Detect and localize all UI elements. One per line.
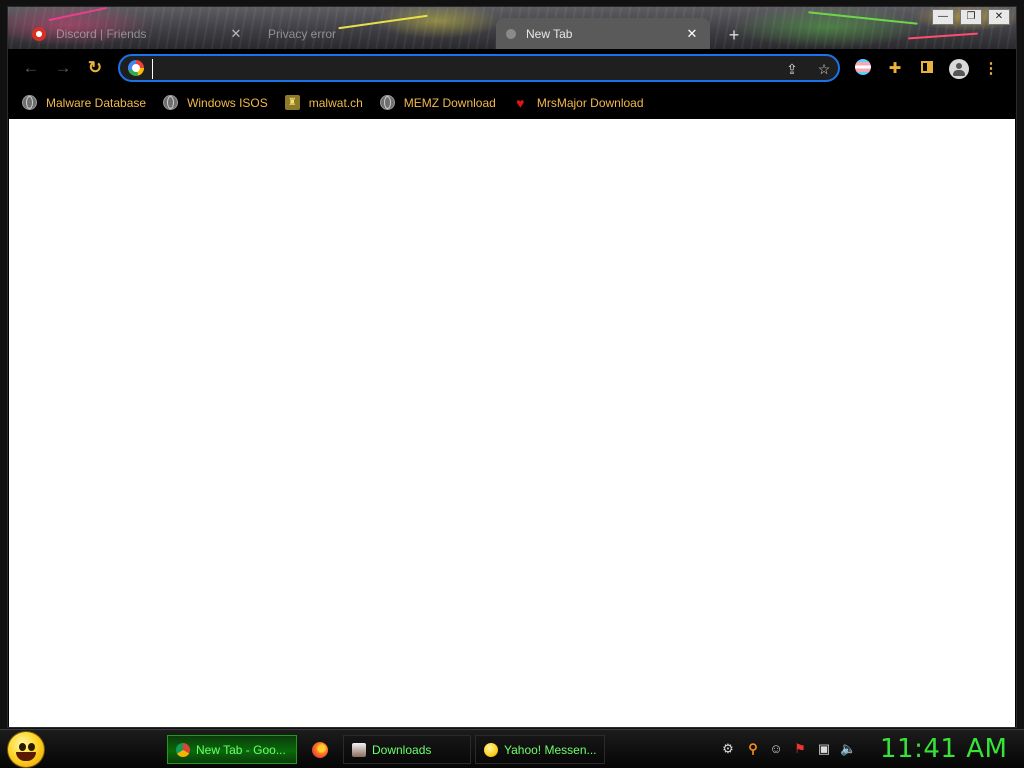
side-panel-icon [921,61,933,73]
close-tab-icon[interactable]: ✕ [228,26,244,42]
tab-new-tab[interactable]: New Tab ✕ [496,18,710,49]
taskbar-item-yahoo-messenger[interactable]: Yahoo! Messen... [475,735,605,764]
reload-button[interactable]: ↻ [85,58,105,78]
puzzle-icon: ✚ [888,60,902,77]
malwatch-icon: ♜ [284,95,300,110]
chrome-icon [32,26,46,41]
toolbar: ← → ↻ ⇪ ☆ ✚ ⋮ [8,49,1016,87]
maximize-button[interactable]: ❐ [960,9,982,25]
profile-extension-button[interactable] [853,59,873,79]
smiley-eye [19,743,26,751]
bookmark-malware-database[interactable]: Malware Database [22,95,146,110]
taskbar-item-label: New Tab - Goo... [196,742,286,757]
bookmark-label: malwat.ch [308,95,363,110]
flag-extension-icon [855,59,871,75]
tab-title: New Tab [526,26,573,41]
menu-button[interactable]: ⋮ [981,59,1001,79]
new-tab-icon [506,28,516,39]
reload-icon: ↻ [87,58,103,77]
network-icon[interactable]: ⚙ [720,741,736,757]
bookmark-label: MEMZ Download [403,95,496,110]
new-tab-button[interactable]: + [724,25,744,46]
bookmark-label: Windows ISOS [187,95,268,110]
taskbar-item-label: Downloads [372,742,432,757]
chrome-icon [176,742,190,757]
arrow-right-icon: → [54,58,72,77]
bookmark-star-icon[interactable]: ☆ [814,59,834,79]
downloads-icon [352,742,366,757]
flag-icon[interactable]: ⚑ [792,741,808,757]
extensions-button[interactable]: ✚ [885,59,905,79]
tab-strip: Discord | Friends ✕ Privacy error New Ta… [8,7,1016,49]
bookmark-malwatch[interactable]: ♜ malwat.ch [284,95,363,110]
bookmark-label: MrsMajor Download [536,95,644,110]
bookmark-label: Malware Database [46,95,147,110]
volume-icon[interactable]: 🔈 [840,741,856,757]
clock[interactable]: 11:41 AM [880,734,1007,764]
bookmark-windows-isos[interactable]: Windows ISOS [163,95,268,110]
kebab-menu-icon: ⋮ [983,60,999,77]
globe-icon [22,95,37,110]
start-button[interactable] [7,731,45,768]
firefox-icon [312,741,328,758]
google-icon [128,60,144,76]
smiley-eye [28,743,35,751]
side-panel-button[interactable] [917,59,937,79]
tab-discord[interactable]: Discord | Friends ✕ [22,18,254,49]
desktop: Discord | Friends ✕ Privacy error New Ta… [0,0,1024,768]
heart-icon: ♥ [516,94,525,111]
display-icon[interactable]: ▣ [816,741,832,757]
back-button[interactable]: ← [21,58,41,78]
search-icon[interactable]: ⚲ [745,741,761,757]
taskbar-item-firefox[interactable] [303,735,338,764]
close-button[interactable]: ✕ [988,9,1010,25]
tab-title: Privacy error [268,26,337,41]
taskbar-item-downloads[interactable]: Downloads [343,735,471,764]
tab-privacy-error[interactable]: Privacy error [258,18,488,49]
close-tab-icon[interactable]: ✕ [684,26,700,42]
tab-title: Discord | Friends [56,26,147,41]
minimize-button[interactable]: — [932,9,954,25]
yahoo-messenger-icon [484,742,498,757]
theme-decoration [908,32,978,40]
bookmark-mrsmajor-download[interactable]: ♥ MrsMajor Download [513,94,644,111]
forward-button[interactable]: → [53,58,73,78]
page-content[interactable] [9,119,1015,727]
taskbar: New Tab - Goo... Downloads Yahoo! Messen… [0,729,1024,768]
globe-icon [379,95,395,110]
window-controls: — ❐ ✕ [932,9,1010,25]
theme-decoration [808,11,918,25]
bookmark-memz-download[interactable]: MEMZ Download [379,95,496,110]
profile-button[interactable] [949,59,969,79]
smiley-mouth [16,752,36,761]
arrow-left-icon: ← [22,58,40,77]
browser-window: Discord | Friends ✕ Privacy error New Ta… [7,6,1017,728]
share-icon[interactable]: ⇪ [782,59,802,79]
taskbar-item-label: Yahoo! Messen... [504,742,597,757]
messenger-icon[interactable]: ☺ [768,741,784,757]
avatar-icon [949,59,969,79]
globe-icon [163,95,179,110]
address-input[interactable] [152,59,778,79]
taskbar-item-chrome[interactable]: New Tab - Goo... [167,735,297,764]
address-bar[interactable]: ⇪ ☆ [118,54,840,82]
bookmarks-bar: Malware Database Windows ISOS ♜ malwat.c… [8,87,1016,118]
